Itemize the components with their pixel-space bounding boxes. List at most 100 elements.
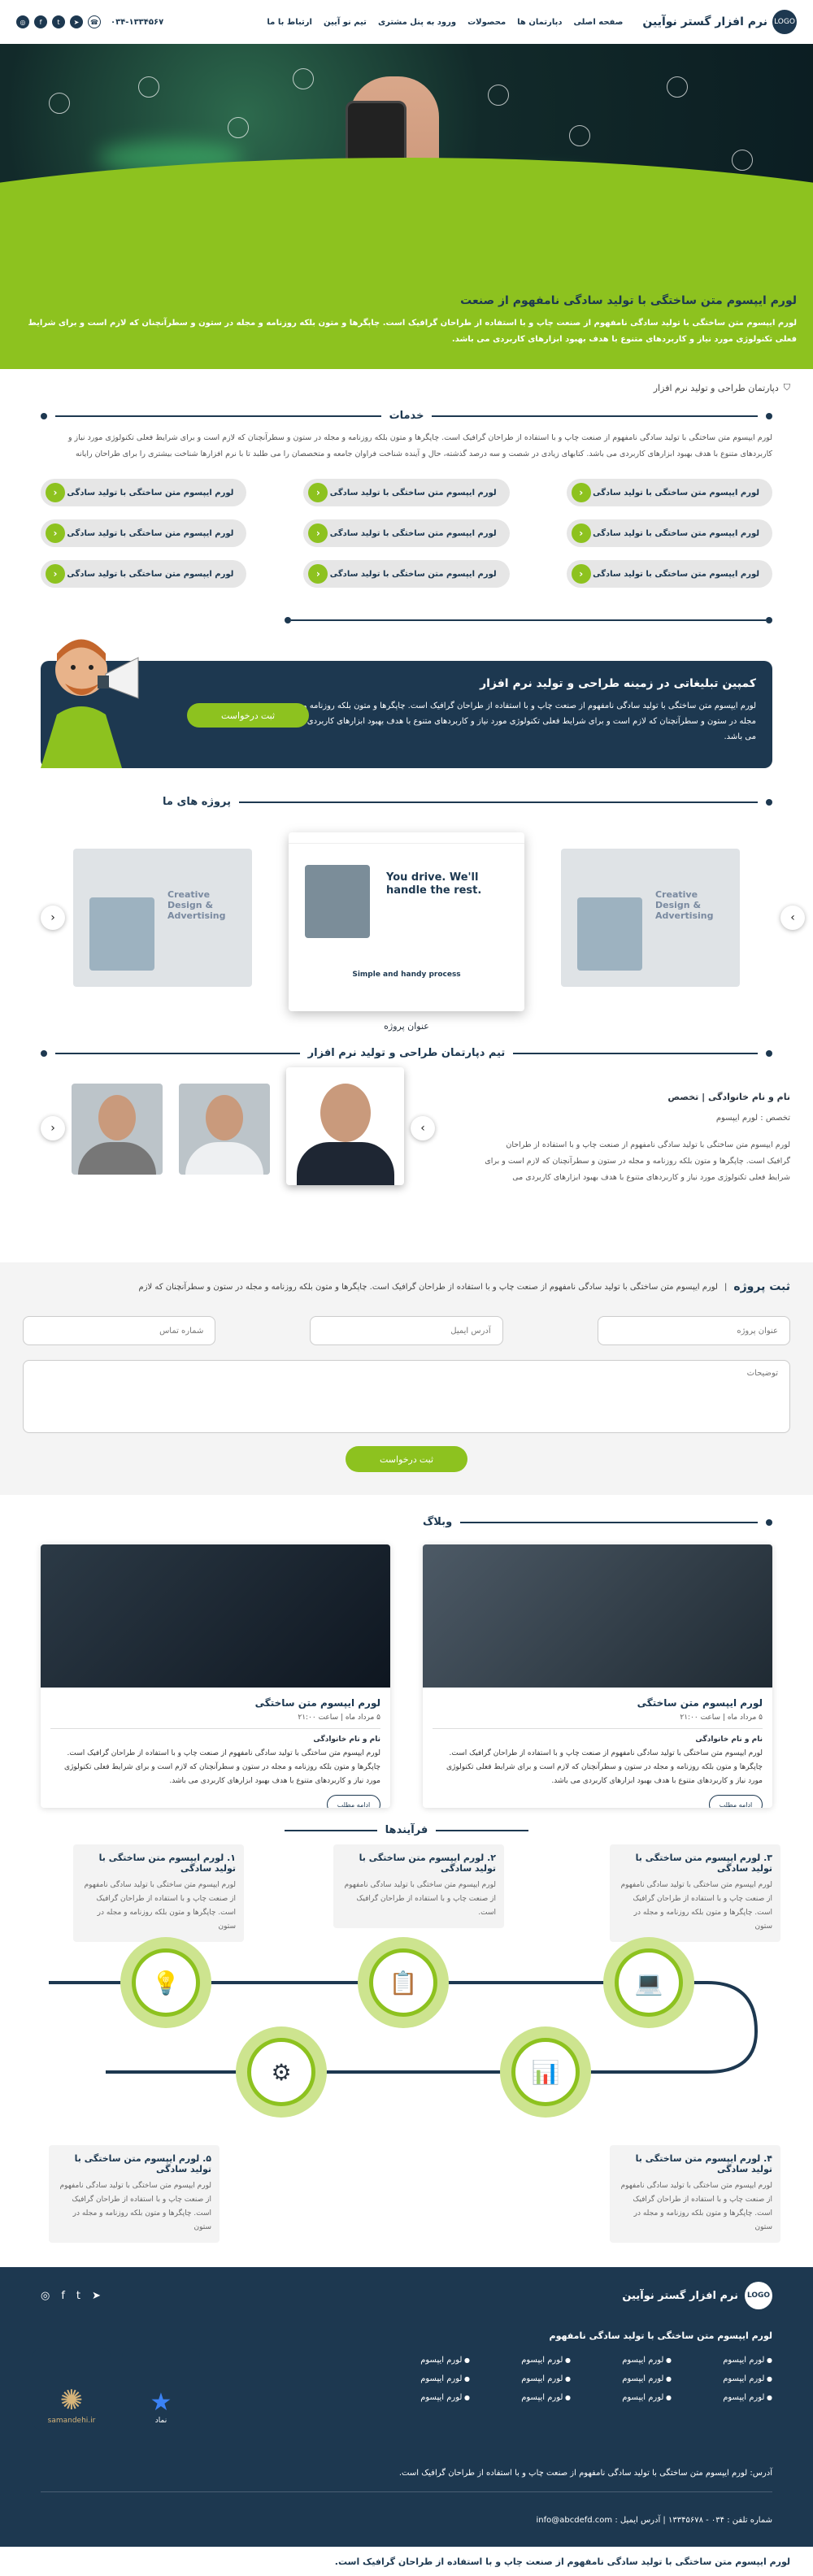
section-divider xyxy=(0,617,813,623)
footer-link[interactable]: لورم ایپسوم xyxy=(481,2374,571,2383)
network-node xyxy=(293,68,314,89)
service-item[interactable]: لورم ایپسوم متن ساختگی با تولید سادگی ‹ xyxy=(41,519,247,547)
arrow-right-icon[interactable]: › xyxy=(780,906,805,930)
arrow-left-icon: ‹ xyxy=(308,483,328,502)
campaign-title: کمپین تبلیغاتی در زمینه طراحی و تولید نر… xyxy=(480,677,756,690)
service-item[interactable]: لورم ایپسوم متن ساختگی با تولید سادگی ‹ xyxy=(303,560,510,588)
header-phone[interactable]: ۰۳۴-۱۳۳۴۵۶۷ xyxy=(111,18,163,27)
footer-link[interactable]: لورم ایپسوم xyxy=(683,2393,772,2402)
footer-link[interactable]: لورم ایپسوم xyxy=(481,2393,571,2402)
footer-top: LOGO نرم افزار گستر نوآیین ◎ f t ➤ xyxy=(41,2282,772,2309)
project-card[interactable]: Creative Design & Advertising xyxy=(561,849,740,987)
footer-link[interactable]: لورم ایپسوم xyxy=(582,2374,672,2383)
twitter-icon[interactable]: t xyxy=(52,15,65,28)
footer-link[interactable]: لورم ایپسوم xyxy=(481,2356,571,2365)
form-divider: | xyxy=(724,1282,728,1292)
service-label: لورم ایپسوم متن ساختگی با تولید سادگی xyxy=(329,569,497,579)
arrow-left-icon: ‹ xyxy=(571,564,591,584)
project-person-image xyxy=(305,865,370,938)
blog-post-date: ۵ مرداد ماه | ساعت ۲۱:۰۰ xyxy=(298,1714,380,1722)
footer-heading: لورم ایپسوم متن ساختگی با تولید سادگی نا… xyxy=(549,2331,772,2341)
campaign-request-button[interactable]: ثبت درخواست xyxy=(187,703,309,728)
arrow-left-icon[interactable]: ‹ xyxy=(41,1116,65,1140)
project-nav-bar xyxy=(289,832,524,844)
breadcrumb-label[interactable]: دپارتمان طراحی و تولید نرم افزار xyxy=(654,383,779,393)
form-title: ثبت پروژه xyxy=(733,1280,790,1293)
arrow-left-icon: ‹ xyxy=(308,564,328,584)
project-title-input[interactable]: عنوان پروژه xyxy=(597,1316,790,1345)
service-item[interactable]: لورم ایپسوم متن ساختگی با تولید سادگی ‹ xyxy=(303,479,510,506)
footer-logo[interactable]: LOGO نرم افزار گستر نوآیین xyxy=(622,2282,772,2309)
service-item[interactable]: لورم ایپسوم متن ساختگی با تولید سادگی ‹ xyxy=(303,519,510,547)
footer-link[interactable]: لورم ایپسوم xyxy=(380,2393,470,2402)
footer-link[interactable]: لورم ایپسوم xyxy=(380,2356,470,2365)
read-more-button[interactable]: ادامه مطلب xyxy=(709,1795,763,1808)
service-label: لورم ایپسوم متن ساختگی با تولید سادگی xyxy=(593,528,759,538)
facebook-icon[interactable]: f xyxy=(61,2290,65,2302)
service-label: لورم ایپسوم متن ساختگی با تولید سادگی xyxy=(593,569,759,579)
enamad-label: نماد xyxy=(154,2417,167,2425)
person-body xyxy=(185,1142,263,1175)
samandehi-badge[interactable]: ✺ samandehi.ir xyxy=(33,2348,111,2430)
title-line xyxy=(436,1829,528,1831)
footer-link[interactable]: لورم ایپسوم xyxy=(683,2374,772,2383)
footer-link[interactable]: لورم ایپسوم xyxy=(582,2393,672,2402)
arrow-left-icon[interactable]: ‹ xyxy=(41,906,65,930)
service-item[interactable]: لورم ایپسوم متن ساختگی با تولید سادگی ‹ xyxy=(41,560,247,588)
service-label: لورم ایپسوم متن ساختگی با تولید سادگی xyxy=(67,488,234,497)
project-request-form: ثبت پروژه | لورم ایپسوم متن ساختگی با تو… xyxy=(0,1262,813,1495)
service-item[interactable]: لورم ایپسوم متن ساختگی با تولید سادگی ‹ xyxy=(566,560,772,588)
nav-contact[interactable]: ارتباط با ما xyxy=(267,18,312,27)
enamad-badge[interactable]: ★ نماد xyxy=(122,2348,200,2430)
blog-header: وبلاگ xyxy=(0,1516,813,1528)
services-header: خدمات xyxy=(0,410,813,422)
logo[interactable]: LOGO نرم افزار گستر نوآیین xyxy=(642,10,797,34)
project-card[interactable]: Creative Design & Advertising xyxy=(73,849,252,987)
instagram-icon[interactable]: ◎ xyxy=(41,2290,50,2302)
nav-home[interactable]: صفحه اصلی xyxy=(573,18,623,27)
project-card-active[interactable]: You drive. We'll handle the rest. Simple… xyxy=(289,832,524,1011)
instagram-icon[interactable]: ◎ xyxy=(16,15,29,28)
team-member-photo-active[interactable] xyxy=(286,1067,404,1185)
facebook-icon[interactable]: f xyxy=(34,15,47,28)
title-dot xyxy=(766,1518,772,1526)
blog-post-author: نام و نام خانوادگی xyxy=(695,1735,763,1744)
blog-post-title[interactable]: لورم ایپسوم متن ساختگی xyxy=(423,1688,772,1714)
footer-link[interactable]: لورم ایپسوم xyxy=(380,2374,470,2383)
telegram-icon[interactable]: ➤ xyxy=(70,15,83,28)
blog-post-excerpt: لورم ایپسوم متن ساختگی با تولید سادگی نا… xyxy=(446,1749,763,1785)
arrow-right-icon[interactable]: › xyxy=(411,1116,435,1140)
phone-input[interactable]: شماره تماس xyxy=(23,1316,216,1345)
hero-green-band xyxy=(0,158,813,288)
blog-posts: لورم ایپسوم متن ساختگی ۵ مرداد ماه | ساع… xyxy=(0,1528,813,1808)
person-head xyxy=(98,1095,136,1140)
service-item[interactable]: لورم ایپسوم متن ساختگی با تولید سادگی ‹ xyxy=(566,519,772,547)
submit-request-button[interactable]: ثبت درخواست xyxy=(346,1446,467,1472)
nav-products[interactable]: محصولات xyxy=(467,18,506,27)
project-name: عنوان پروژه xyxy=(384,1021,429,1032)
service-item[interactable]: لورم ایپسوم متن ساختگی با تولید سادگی ‹ xyxy=(41,479,247,506)
blog-post[interactable]: لورم ایپسوم متن ساختگی ۵ مرداد ماه | ساع… xyxy=(423,1544,772,1808)
network-node xyxy=(138,76,159,98)
footer-link[interactable]: لورم ایپسوم xyxy=(683,2356,772,2365)
footer-link[interactable]: لورم ایپسوم xyxy=(582,2356,672,2365)
nav-client-panel[interactable]: ورود به پنل مشتری xyxy=(378,18,456,27)
blog-post[interactable]: لورم ایپسوم متن ساختگی ۵ مرداد ماه | ساع… xyxy=(41,1544,390,1808)
nav-departments[interactable]: دپارتمان ها xyxy=(517,18,562,27)
team-member-photo[interactable] xyxy=(179,1084,270,1175)
telegram-icon[interactable]: ➤ xyxy=(92,2290,101,2302)
blog-post-image xyxy=(41,1544,390,1688)
email-input[interactable]: آدرس ایمیل xyxy=(310,1316,503,1345)
blog-post-title[interactable]: لورم ایپسوم متن ساختگی xyxy=(41,1688,390,1714)
process-step-icon: 💻 xyxy=(603,1937,694,2028)
nav-team[interactable]: تیم نو آیین xyxy=(324,18,367,27)
twitter-icon[interactable]: t xyxy=(76,2290,80,2302)
team-member-photo[interactable] xyxy=(72,1084,163,1175)
process-step-text: لورم ایپسوم متن ساختگی با تولید سادگی نا… xyxy=(84,1881,236,1931)
process-step: ۱. لورم ایپسوم متن ساختگی با تولید سادگی… xyxy=(73,1844,244,1942)
title-dot xyxy=(41,412,47,419)
service-item[interactable]: لورم ایپسوم متن ساختگی با تولید سادگی ‹ xyxy=(566,479,772,506)
lightbulb-icon: 💡 xyxy=(132,1948,200,2017)
description-textarea[interactable]: توضیحات xyxy=(23,1360,790,1433)
read-more-button[interactable]: ادامه مطلب xyxy=(327,1795,380,1808)
